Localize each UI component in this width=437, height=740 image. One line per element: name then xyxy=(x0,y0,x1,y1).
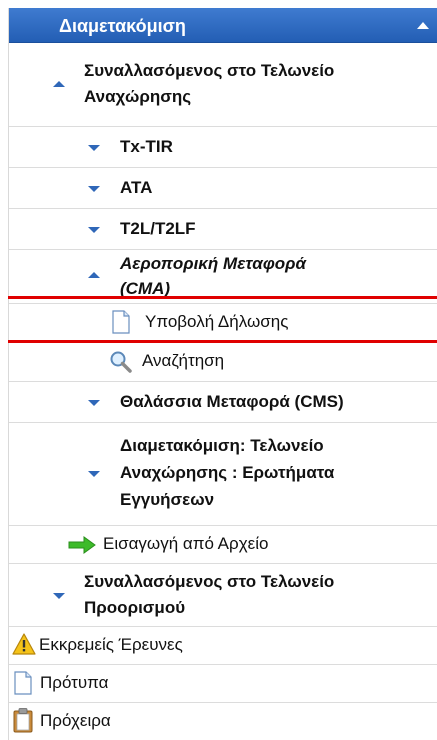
menu-item-label: Αναχώρησης xyxy=(84,87,192,106)
menu-item-destination-trader[interactable]: Συναλλασόμενος στο Τελωνείο Προορισμού xyxy=(9,564,437,627)
document-icon xyxy=(112,310,130,334)
menu-item-label: Υποβολή Δήλωσης xyxy=(145,312,289,331)
collapsed-arrow-icon xyxy=(88,471,100,477)
menu-item-label: Διαμετακόμιση: Τελωνείο xyxy=(120,436,324,455)
menu-item-ata[interactable]: ATA xyxy=(9,168,437,209)
magnifier-icon xyxy=(110,351,132,373)
collapsed-arrow-icon xyxy=(88,186,100,192)
expanded-arrow-icon xyxy=(88,272,100,278)
menu-item-label: Προορισμού xyxy=(84,598,186,617)
collapsed-arrow-icon xyxy=(88,227,100,233)
menu-item-tx-tir[interactable]: Tx-TIR xyxy=(9,127,437,168)
menu-item-import-file[interactable]: Εισαγωγή από Αρχείο xyxy=(9,526,437,564)
menu-item-t2l[interactable]: T2L/T2LF xyxy=(9,209,437,250)
menu-item-guarantee-queries[interactable]: Διαμετακόμιση: Τελωνείο Αναχώρησης : Ερω… xyxy=(9,423,437,526)
menu-item-label: Αεροπορική Μεταφορά xyxy=(120,254,306,273)
menu-item-label: Εισαγωγή από Αρχείο xyxy=(103,534,269,553)
menu-item-templates[interactable]: Πρότυπα xyxy=(9,665,437,703)
menu-item-departure-trader[interactable]: Συναλλασόμενος στο Τελωνείο Αναχώρησης xyxy=(9,43,437,127)
menu-item-label: Πρόχειρα xyxy=(40,711,111,730)
collapsed-arrow-icon xyxy=(88,400,100,406)
expanded-arrow-icon xyxy=(53,81,65,87)
menu-item-label: Αναχώρησης : Ερωτήματα xyxy=(120,463,335,482)
menu-item-label: T2L/T2LF xyxy=(120,219,196,238)
menu-item-label: Θαλάσσια Μεταφορά (CMS) xyxy=(120,392,344,411)
clipboard-icon xyxy=(13,708,33,733)
collapsed-arrow-icon xyxy=(88,145,100,151)
menu-item-label: Συναλλασόμενος στο Τελωνείο xyxy=(84,61,335,80)
menu-item-label: Εγγυήσεων xyxy=(120,490,215,509)
menu-item-label: Tx-TIR xyxy=(120,137,173,156)
highlight-line-bottom xyxy=(8,340,437,343)
menu-item-label: Αναζήτηση xyxy=(142,351,225,370)
menu-item-label: ATA xyxy=(120,178,153,197)
section-header[interactable]: Διαμετακόμιση xyxy=(9,8,437,43)
menu-item-label: Πρότυπα xyxy=(40,673,109,692)
menu-item-search[interactable]: Αναζήτηση xyxy=(9,343,437,382)
green-arrow-icon xyxy=(68,536,96,554)
highlight-line-top xyxy=(8,296,437,299)
document-icon xyxy=(14,671,32,695)
section-title: Διαμετακόμιση xyxy=(59,16,186,36)
warning-icon xyxy=(12,633,36,655)
collapsed-arrow-icon xyxy=(53,593,65,599)
collapse-icon[interactable] xyxy=(417,22,429,29)
menu-item-label: Εκκρεμείς Έρευνες xyxy=(39,635,183,654)
menu-item-submit-declaration[interactable]: Υποβολή Δήλωσης xyxy=(9,304,437,343)
navigation-panel: Διαμετακόμιση Συναλλασόμενος στο Τελωνεί… xyxy=(8,8,437,740)
menu-item-sea-transport[interactable]: Θαλάσσια Μεταφορά (CMS) xyxy=(9,382,437,423)
menu-item-label: Συναλλασόμενος στο Τελωνείο xyxy=(84,572,335,591)
menu-item-pending-enquiries[interactable]: Εκκρεμείς Έρευνες xyxy=(9,627,437,665)
menu-item-drafts[interactable]: Πρόχειρα xyxy=(9,703,437,740)
